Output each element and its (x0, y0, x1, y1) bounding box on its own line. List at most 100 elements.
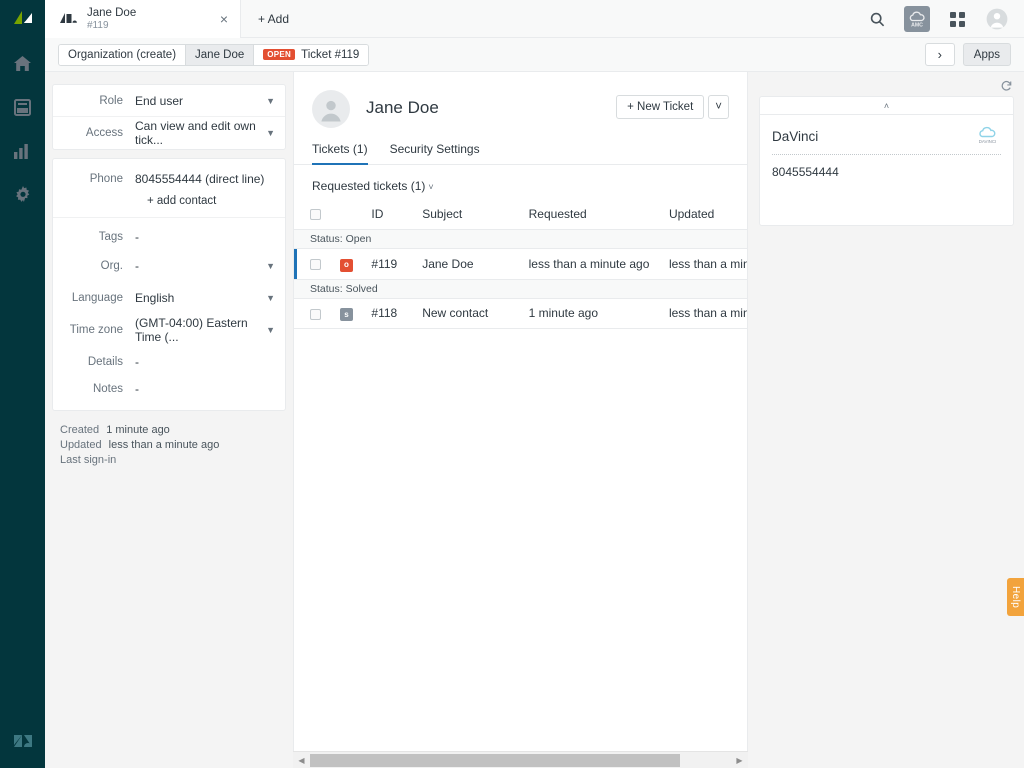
status-col-header (339, 201, 372, 230)
zendesk-logo-icon[interactable] (0, 0, 45, 38)
row-id[interactable]: #119 (371, 248, 423, 280)
field-value: 8045554444 (direct line) (135, 172, 265, 186)
group-label: Status: Open (294, 229, 747, 249)
field-timezone[interactable]: Time zone (GMT-04:00) Eastern Time (... … (53, 314, 285, 346)
field-org[interactable]: Org. - ▼ (53, 250, 285, 282)
open-tab-jane-doe[interactable]: Jane Doe #119 × (45, 0, 241, 38)
field-details[interactable]: Details - (53, 346, 285, 378)
tab-security-settings[interactable]: Security Settings (390, 142, 480, 165)
row-status-cell: o (339, 248, 372, 280)
app-collapse-toggle[interactable]: ˄ (760, 97, 1013, 115)
field-label: Language (71, 292, 123, 304)
add-contact-button[interactable]: + add contact (147, 195, 216, 207)
field-label: Org. (100, 260, 123, 272)
left-nav-rail (0, 0, 45, 768)
field-value: End user (135, 93, 184, 108)
breadcrumb-actions: › Apps (924, 43, 1011, 66)
tickets-table: ID Subject Requested Updated Group Statu… (294, 201, 747, 329)
requested-tickets-label: Requested tickets (1) (312, 179, 426, 193)
column-header-subject[interactable]: Subject (422, 201, 529, 230)
horizontal-scrollbar[interactable]: ◀ ▶ (293, 751, 748, 768)
row-updated: less than a minute ago (668, 298, 747, 329)
select-all-checkbox[interactable] (310, 209, 321, 221)
table-row[interactable]: s #118 New contact 1 minute ago less tha… (294, 298, 747, 329)
chevron-down-icon[interactable]: ▼ (263, 293, 275, 303)
chevron-down-icon[interactable]: ˅ (428, 182, 433, 192)
apps-button[interactable]: Apps (962, 43, 1011, 66)
field-label: Time zone (69, 324, 123, 336)
select-all-header (294, 201, 340, 230)
field-tags[interactable]: Tags - (53, 218, 285, 250)
field-label: Phone (89, 173, 123, 185)
search-icon[interactable] (864, 6, 890, 32)
field-label: Role (99, 94, 123, 107)
new-ticket-dropdown-icon[interactable]: ˅ (708, 95, 729, 119)
field-value: (GMT-04:00) Eastern Time (... (135, 316, 248, 344)
meta-updated: Updated less than a minute ago (60, 438, 286, 453)
products-grid-icon[interactable] (944, 6, 970, 32)
meta-label: Last sign-in (60, 454, 117, 466)
chevron-down-icon[interactable]: ▼ (263, 96, 275, 106)
group-label: Status: Solved (294, 278, 747, 299)
field-value: - (135, 230, 139, 244)
apps-refresh-row (759, 80, 1014, 96)
scroll-left-arrow-icon[interactable]: ◀ (293, 756, 310, 765)
refresh-icon[interactable] (1001, 80, 1012, 96)
status-badge: OPEN (263, 49, 296, 60)
column-header-id[interactable]: ID (371, 201, 423, 230)
breadcrumb-item-organization[interactable]: Organization (create) (59, 44, 187, 65)
tab-tickets[interactable]: Tickets (1) (312, 142, 368, 165)
scrollbar-thumb[interactable] (310, 753, 680, 767)
svg-text:AMC: AMC (911, 23, 923, 29)
user-header: Jane Doe + New Ticket ˅ (294, 72, 747, 128)
field-value: English (135, 291, 175, 305)
sidebar-item-admin[interactable] (0, 176, 45, 214)
meta-label: Updated (60, 439, 102, 451)
row-select-cell (294, 248, 340, 280)
user-avatar-icon[interactable] (984, 6, 1010, 32)
row-subject[interactable]: Jane Doe (422, 248, 529, 280)
row-checkbox[interactable] (310, 308, 321, 320)
row-requested: 1 minute ago (528, 298, 669, 329)
row-checkbox[interactable] (310, 259, 321, 271)
page-title: Jane Doe (366, 98, 439, 117)
chevron-down-icon[interactable]: ▼ (263, 128, 275, 138)
user-properties-panel: Role End user ▼ Access Can view and edit… (45, 72, 293, 768)
sidebar-item-reporting[interactable] (0, 132, 45, 170)
help-label: Help (1010, 585, 1021, 609)
row-subject[interactable]: New contact (422, 298, 529, 329)
breadcrumb-item-ticket[interactable]: OPEN Ticket #119 (254, 44, 369, 65)
amc-cloud-icon[interactable]: AMC (904, 6, 930, 32)
app-title-row: DaVinci DAVINCI (772, 125, 1001, 155)
field-access[interactable]: Access Can view and edit own tick... ▼ (53, 117, 285, 149)
table-row[interactable]: o #119 Jane Doe less than a minute ago l… (294, 248, 747, 280)
scrollbar-track[interactable] (310, 753, 731, 767)
field-value: - (135, 355, 139, 369)
sidebar-item-views[interactable] (0, 88, 45, 126)
field-phone[interactable]: Phone 8045554444 (direct line) (53, 159, 285, 191)
column-header-requested[interactable]: Requested (528, 201, 669, 230)
sidebar-item-home[interactable] (0, 44, 45, 82)
avatar[interactable] (312, 90, 350, 128)
role-access-card: Role End user ▼ Access Can view and edit… (52, 84, 286, 150)
close-icon[interactable]: × (214, 9, 234, 29)
app-body: DaVinci DAVINCI 8045554444 (760, 115, 1013, 225)
chevron-down-icon[interactable]: ▼ (263, 325, 275, 335)
row-id[interactable]: #118 (371, 298, 423, 329)
requested-tickets-header[interactable]: Requested tickets (1) ˅ (294, 165, 747, 201)
add-contact-row: + add contact (53, 191, 285, 217)
user-timestamps: Created 1 minute ago Updated less than a… (52, 419, 286, 468)
expand-panel-button[interactable]: › (924, 43, 955, 66)
column-header-updated[interactable]: Updated (668, 201, 747, 230)
meta-label: Created (60, 424, 100, 436)
new-ticket-button[interactable]: + New Ticket (616, 95, 705, 119)
field-role[interactable]: Role End user ▼ (53, 85, 285, 117)
field-language[interactable]: Language English ▼ (53, 282, 285, 314)
field-notes[interactable]: Notes - (53, 378, 285, 410)
chevron-down-icon[interactable]: ▼ (263, 261, 275, 271)
scroll-right-arrow-icon[interactable]: ▶ (731, 756, 748, 765)
breadcrumb-item-jane-doe[interactable]: Jane Doe (186, 44, 255, 65)
group-row-solved: Status: Solved (294, 278, 747, 299)
help-tab-button[interactable]: Help (1007, 578, 1024, 616)
add-tab-button[interactable]: + Add (242, 0, 305, 38)
